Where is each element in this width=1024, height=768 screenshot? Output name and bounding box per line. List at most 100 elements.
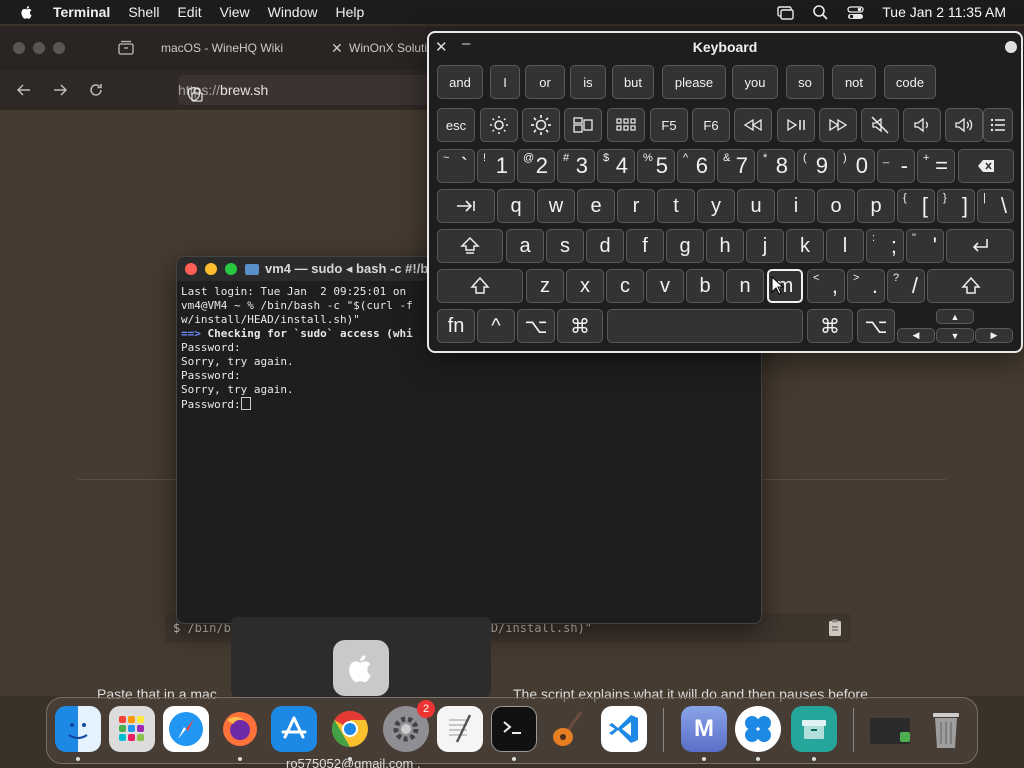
tab-overview-icon[interactable] <box>117 39 135 55</box>
key-right-shift[interactable] <box>927 269 1014 303</box>
key-f[interactable]: f <box>626 229 664 263</box>
key-n[interactable]: n <box>726 269 764 303</box>
menu-help[interactable]: Help <box>335 4 364 20</box>
key-5[interactable]: % 5 <box>637 149 675 183</box>
tab-winehq[interactable]: macOS - WineHQ Wiki ✕ <box>161 26 343 70</box>
key-right-option[interactable]: ⌥ <box>857 309 895 343</box>
key-0[interactable]: ) 0 <box>837 149 875 183</box>
forward-arrow-icon[interactable] <box>51 81 69 99</box>
launchpad-icon[interactable] <box>109 706 155 752</box>
key-g[interactable]: g <box>666 229 704 263</box>
key-6[interactable]: ^ 6 <box>677 149 715 183</box>
key-c[interactable]: c <box>606 269 644 303</box>
key-f5[interactable]: F5 <box>650 108 688 142</box>
key-right-bracket[interactable]: }] <box>937 189 975 223</box>
key-equals[interactable]: + = <box>917 149 955 183</box>
key-backslash[interactable]: | \ <box>977 189 1014 223</box>
app-store-icon[interactable] <box>271 706 317 752</box>
key-fn[interactable]: fn <box>437 309 475 343</box>
key-r[interactable]: r <box>617 189 655 223</box>
key-p[interactable]: p <box>857 189 895 223</box>
key-semicolon[interactable]: :; <box>866 229 904 263</box>
key-arrow-right[interactable]: ▶ <box>975 328 1013 343</box>
key-v[interactable]: v <box>646 269 684 303</box>
key-arrow-down[interactable]: ▼ <box>936 328 974 343</box>
key-t[interactable]: t <box>657 189 695 223</box>
menu-view[interactable]: View <box>220 4 250 20</box>
key-s[interactable]: s <box>546 229 584 263</box>
key-l[interactable]: l <box>826 229 864 263</box>
terminal-app-icon[interactable] <box>491 706 537 752</box>
key-9[interactable]: (9 <box>797 149 835 183</box>
suggestion-key[interactable]: and <box>437 65 483 99</box>
finder-icon[interactable] <box>55 706 101 752</box>
tab-winonx[interactable]: WinOnX Soluti <box>349 26 427 70</box>
menu-shell[interactable]: Shell <box>128 4 159 20</box>
key-space[interactable] <box>607 309 803 343</box>
key-mission-control[interactable] <box>564 108 602 142</box>
key-slash[interactable]: ? / <box>887 269 925 303</box>
suggestion-key[interactable]: so <box>786 65 824 99</box>
menu-edit[interactable]: Edit <box>177 4 201 20</box>
key-rewind[interactable] <box>734 108 772 142</box>
key-left-shift[interactable] <box>437 269 523 303</box>
back-arrow-icon[interactable] <box>15 81 33 99</box>
key-minus[interactable]: _ - <box>877 149 915 183</box>
key-i[interactable]: i <box>777 189 815 223</box>
menu-window[interactable]: Window <box>268 4 318 20</box>
key-esc[interactable]: esc <box>437 108 475 142</box>
downloads-stack-icon[interactable] <box>867 706 913 752</box>
suggestion-key[interactable]: but <box>612 65 654 99</box>
key-8[interactable]: * 8 <box>757 149 795 183</box>
suggestion-key[interactable]: you <box>732 65 778 99</box>
terminal-zoom-button[interactable] <box>225 263 237 275</box>
key-backtick[interactable]: ~ ` <box>437 149 475 183</box>
key-tab[interactable] <box>437 189 495 223</box>
key-y[interactable]: y <box>697 189 735 223</box>
terminal-close-button[interactable] <box>185 263 197 275</box>
key-right-command[interactable]: ⌘ <box>807 309 853 343</box>
key-period[interactable]: >. <box>847 269 885 303</box>
terminal-minimize-button[interactable] <box>205 263 217 275</box>
browser-minimize-button[interactable] <box>33 42 45 54</box>
key-fast-forward[interactable] <box>819 108 857 142</box>
key-brightness-down[interactable] <box>480 108 518 142</box>
key-volume-down[interactable] <box>903 108 941 142</box>
apple-app-icon[interactable] <box>333 640 389 696</box>
keyboard-options-button[interactable] <box>1005 41 1017 53</box>
key-return[interactable] <box>946 229 1014 263</box>
key-e[interactable]: e <box>577 189 615 223</box>
trash-icon[interactable] <box>923 706 969 752</box>
key-u[interactable]: u <box>737 189 775 223</box>
key-h[interactable]: h <box>706 229 744 263</box>
clipboard-icon[interactable] <box>825 618 845 638</box>
key-f6[interactable]: F6 <box>692 108 730 142</box>
key-brightness-up[interactable] <box>522 108 560 142</box>
key-control[interactable]: ^ <box>477 309 515 343</box>
key-w[interactable]: w <box>537 189 575 223</box>
system-settings-icon[interactable]: 2 <box>383 700 435 752</box>
firefox-icon[interactable] <box>217 706 263 752</box>
suggestion-key[interactable]: code <box>884 65 936 99</box>
key-launchpad[interactable] <box>607 108 645 142</box>
key-a[interactable]: a <box>506 229 544 263</box>
browser-zoom-button[interactable] <box>53 42 65 54</box>
suggestion-key[interactable]: please <box>662 65 726 99</box>
key-3[interactable]: #3 <box>557 149 595 183</box>
archive-app-icon[interactable] <box>791 706 837 752</box>
garageband-icon[interactable] <box>545 706 591 752</box>
key-mute[interactable] <box>861 108 899 142</box>
key-caps-lock[interactable] <box>437 229 503 263</box>
key-volume-up[interactable] <box>945 108 983 142</box>
suggestion-key[interactable]: is <box>570 65 606 99</box>
chrome-icon[interactable] <box>327 706 373 752</box>
key-delete[interactable] <box>958 149 1014 183</box>
safari-icon[interactable] <box>163 706 209 752</box>
clover-app-icon[interactable] <box>735 706 781 752</box>
key-left-option[interactable]: ⌥ <box>517 309 555 343</box>
key-4[interactable]: $4 <box>597 149 635 183</box>
key-play-pause[interactable] <box>777 108 815 142</box>
key-left-command[interactable]: ⌘ <box>557 309 603 343</box>
key-k[interactable]: k <box>786 229 824 263</box>
menu-app-name[interactable]: Terminal <box>53 4 110 20</box>
